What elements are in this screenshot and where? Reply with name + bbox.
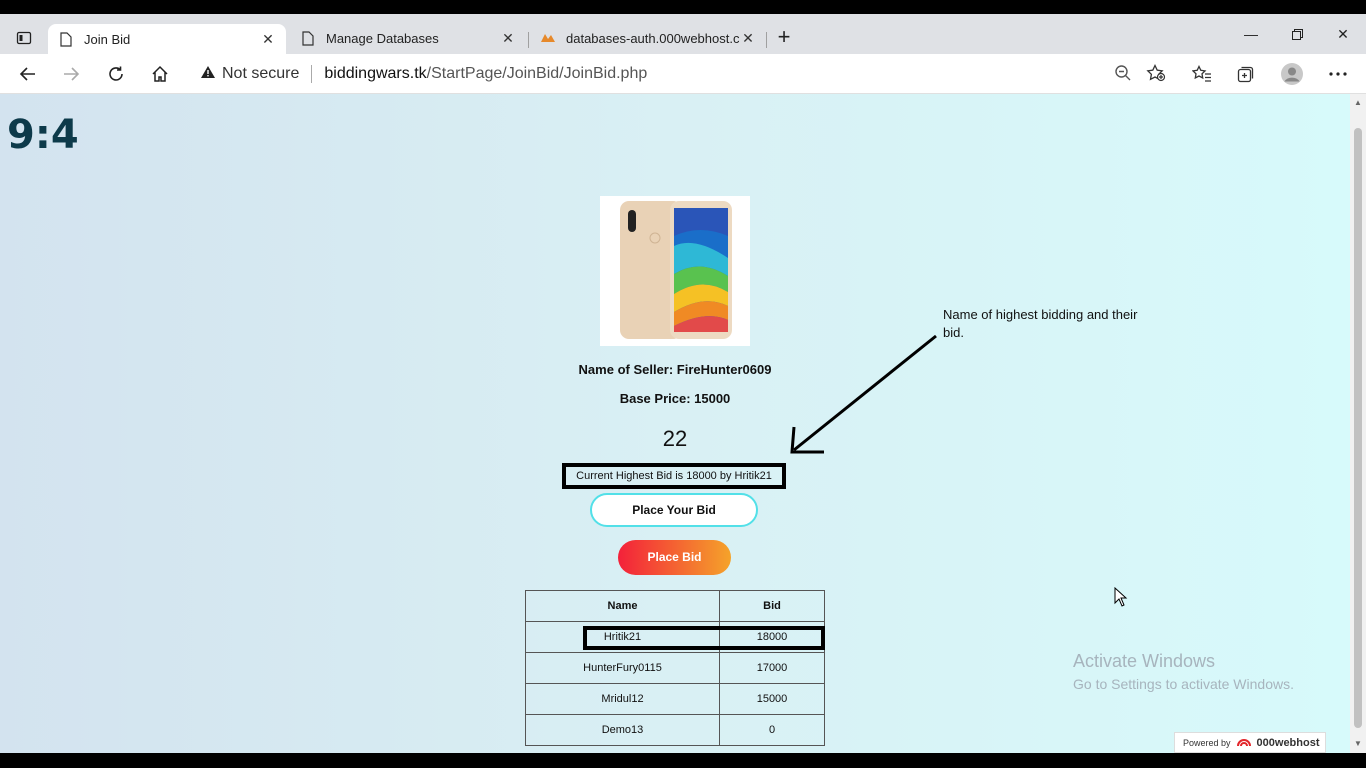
url-host: biddingwars.tk <box>324 65 427 82</box>
scroll-thumb[interactable] <box>1354 128 1362 728</box>
forward-icon[interactable] <box>57 60 85 88</box>
ratio-heading: 9:4 <box>7 112 79 158</box>
tab-divider <box>766 32 767 48</box>
bid-input[interactable]: Place Your Bid <box>590 493 758 527</box>
activate-windows-watermark: Activate Windows Go to Settings to activ… <box>1073 651 1294 692</box>
address-bar[interactable]: Not secure biddingwars.tk/StartPage/Join… <box>188 58 1174 90</box>
page-scrollbar[interactable]: ▲ ▼ <box>1350 94 1366 753</box>
page-icon <box>58 31 74 47</box>
powered-by-brand: 000webhost <box>1256 736 1320 749</box>
current-highest-bid: Current Highest Bid is 18000 by Hritik21 <box>562 463 786 489</box>
bidder-name: Demo13 <box>525 714 720 746</box>
back-icon[interactable] <box>14 60 42 88</box>
close-tab-icon[interactable]: ✕ <box>740 30 756 47</box>
place-bid-button[interactable]: Place Bid <box>618 540 731 575</box>
phpmyadmin-icon <box>540 30 556 46</box>
add-favorite-icon[interactable] <box>1146 63 1166 87</box>
tab-title: Join Bid <box>84 31 131 47</box>
mouse-cursor-icon <box>1114 587 1128 607</box>
tab-bar: Join Bid ✕ Manage Databases ✕ databases-… <box>0 14 1366 54</box>
url-path: /StartPage/JoinBid/JoinBid.php <box>426 65 648 82</box>
restore-icon[interactable] <box>1274 14 1320 54</box>
bottom-edge <box>0 753 1366 768</box>
column-header-bid: Bid <box>719 590 825 622</box>
screen: Join Bid ✕ Manage Databases ✕ databases-… <box>0 0 1366 768</box>
tab-databases-auth[interactable]: databases-auth.000webhost.com ✕ <box>530 22 766 54</box>
profile-avatar-icon[interactable] <box>1278 60 1306 88</box>
close-window-icon[interactable]: ✕ <box>1320 14 1366 54</box>
powered-by-label: Powered by <box>1183 737 1231 748</box>
bids-table: Name Bid Hritik21 18000 HunterFury0115 1… <box>525 590 825 746</box>
activate-subtitle: Go to Settings to activate Windows. <box>1073 676 1294 692</box>
browser-toolbar: Not secure biddingwars.tk/StartPage/Join… <box>0 54 1366 94</box>
tab-title: Manage Databases <box>326 30 439 46</box>
tab-actions-icon[interactable] <box>10 24 38 52</box>
address-actions <box>1114 63 1166 87</box>
more-menu-icon[interactable] <box>1324 60 1352 88</box>
new-tab-icon[interactable]: + <box>772 26 796 50</box>
scroll-down-icon[interactable]: ▼ <box>1353 739 1363 749</box>
bidder-name: HunterFury0115 <box>525 652 720 684</box>
activate-title: Activate Windows <box>1073 651 1216 671</box>
security-label[interactable]: Not secure <box>222 65 299 83</box>
tab-join-bid[interactable]: Join Bid ✕ <box>48 24 286 54</box>
close-tab-icon[interactable]: ✕ <box>500 30 516 47</box>
table-row: Demo13 0 <box>525 714 825 746</box>
scroll-up-icon[interactable]: ▲ <box>1353 98 1363 108</box>
product-image <box>600 196 750 346</box>
annotation-note: Name of highest bidding and their bid. <box>943 307 1138 340</box>
tab-manage-databases[interactable]: Manage Databases ✕ <box>290 22 526 54</box>
table-row: Mridul12 15000 <box>525 683 825 715</box>
collections-icon[interactable] <box>1232 60 1260 88</box>
close-tab-icon[interactable]: ✕ <box>260 31 276 48</box>
table-row: HunterFury0115 17000 <box>525 652 825 684</box>
powered-by-badge[interactable]: Powered by 000webhost <box>1174 732 1326 753</box>
bid-amount: 0 <box>719 714 825 746</box>
zoom-out-icon[interactable] <box>1114 64 1132 87</box>
bid-amount: 15000 <box>719 683 825 715</box>
annotation-arrow <box>790 334 937 454</box>
bidder-name: Mridul12 <box>525 683 720 715</box>
page-icon <box>300 30 316 46</box>
highest-bid-highlight <box>583 626 825 650</box>
home-icon[interactable] <box>146 60 174 88</box>
bid-amount: 17000 <box>719 652 825 684</box>
column-header-name: Name <box>525 590 720 622</box>
table-header-row: Name Bid <box>525 590 825 622</box>
refresh-icon[interactable] <box>102 60 130 88</box>
page-content: 9:4 Name of Seller: FireHunter0609 Base … <box>0 94 1350 753</box>
favorites-icon[interactable] <box>1188 60 1216 88</box>
tab-divider <box>528 32 529 48</box>
warning-icon[interactable] <box>200 65 216 84</box>
webhost-logo-icon <box>1236 736 1252 750</box>
countdown-timer: 22 <box>662 426 688 451</box>
address-divider <box>311 65 313 83</box>
tab-title: databases-auth.000webhost.com <box>566 30 740 46</box>
window-controls: — ✕ <box>1228 14 1366 54</box>
minimize-icon[interactable]: — <box>1228 14 1274 54</box>
